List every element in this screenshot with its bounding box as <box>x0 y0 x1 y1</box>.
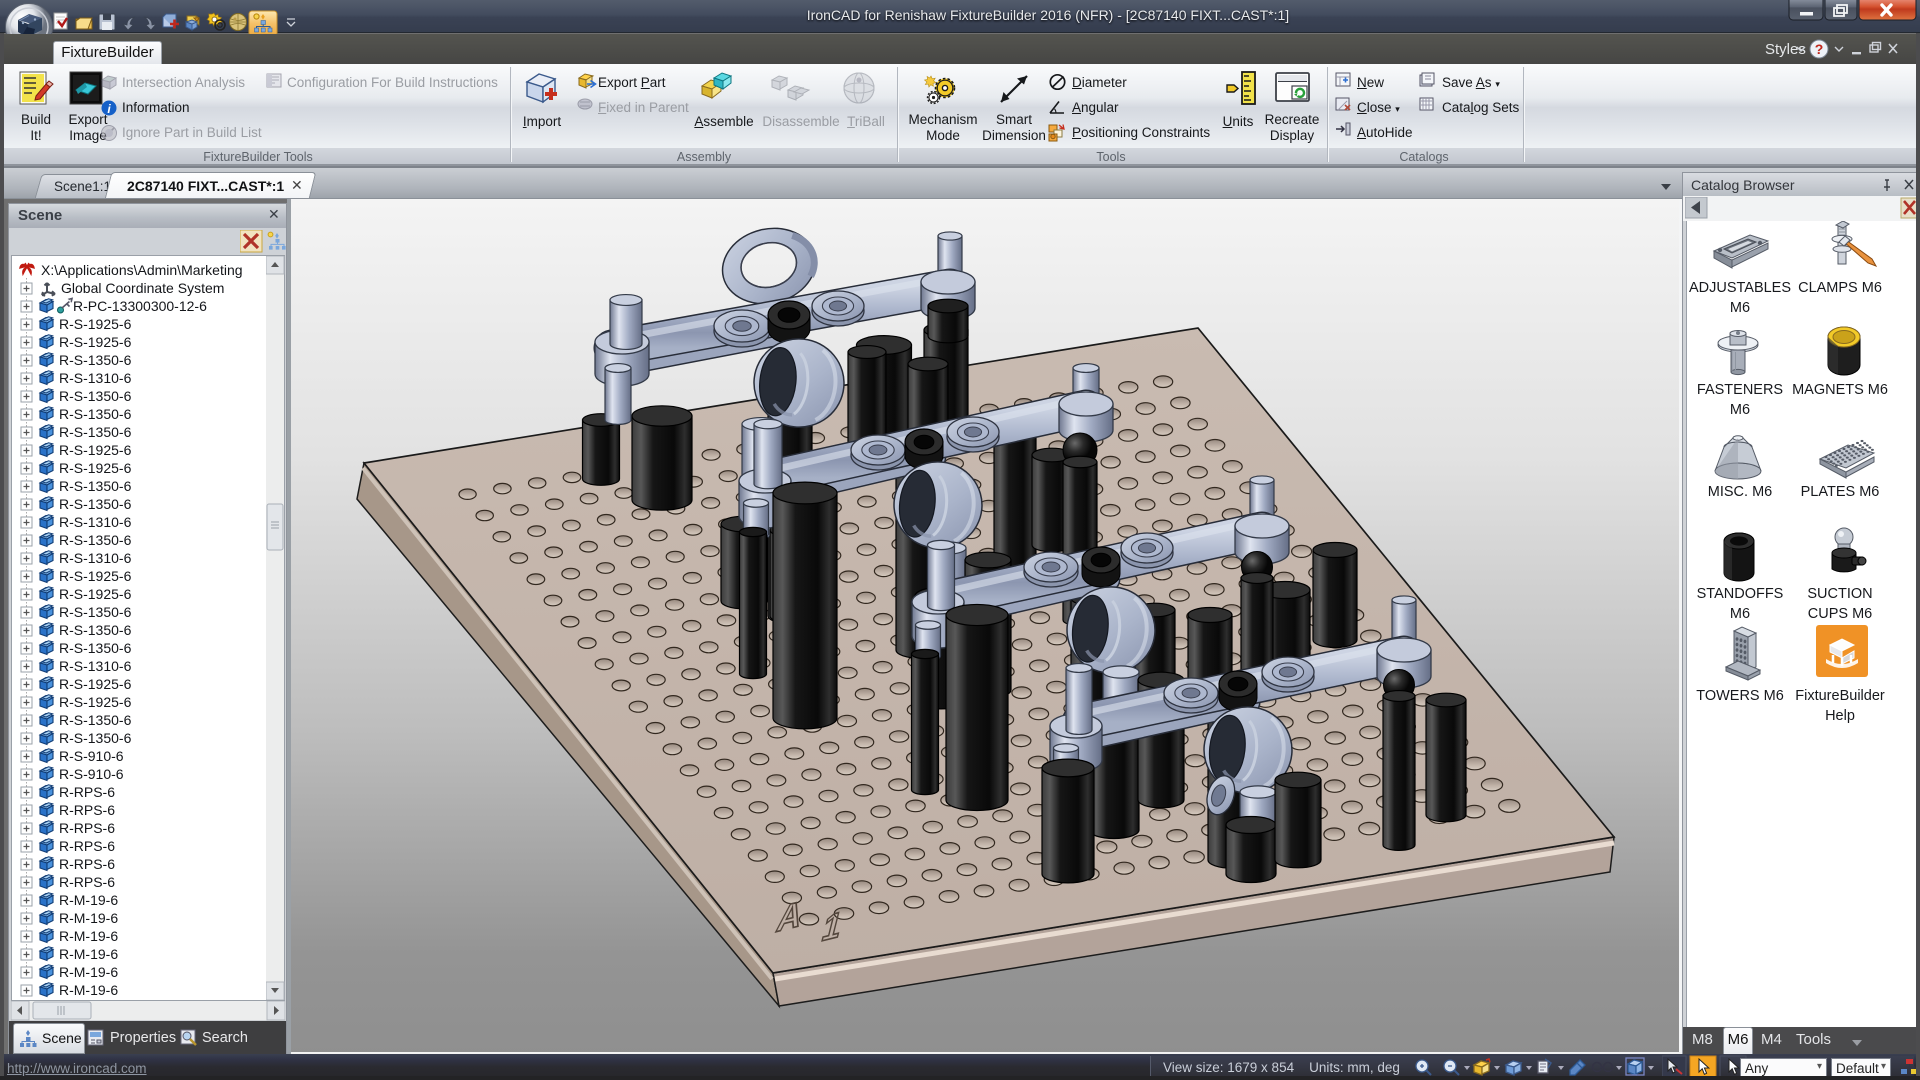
svg-text:X:\Applications\Admin\Marketin: X:\Applications\Admin\Marketing <box>41 262 243 278</box>
svg-text:R-PC-13300300-12-6: R-PC-13300300-12-6 <box>73 298 207 314</box>
svg-text:R-S-1925-6: R-S-1925-6 <box>59 586 132 602</box>
svg-text:R-RPS-6: R-RPS-6 <box>59 802 115 818</box>
svg-text:R-S-1350-6: R-S-1350-6 <box>59 604 132 620</box>
svg-text:R-S-1350-6: R-S-1350-6 <box>59 640 132 656</box>
svg-text:R-RPS-6: R-RPS-6 <box>59 856 115 872</box>
svg-text:R-S-1350-6: R-S-1350-6 <box>59 424 132 440</box>
svg-text:R-S-1350-6: R-S-1350-6 <box>59 388 132 404</box>
svg-text:R-S-1350-6: R-S-1350-6 <box>59 730 132 746</box>
svg-text:R-M-19-6: R-M-19-6 <box>59 964 118 980</box>
svg-text:R-S-910-6: R-S-910-6 <box>59 766 124 782</box>
svg-text:R-S-1350-6: R-S-1350-6 <box>59 532 132 548</box>
svg-text:R-M-19-6: R-M-19-6 <box>59 892 118 908</box>
svg-text:R-M-19-6: R-M-19-6 <box>59 946 118 962</box>
svg-text:?: ? <box>1815 41 1824 57</box>
svg-text:R-S-1925-6: R-S-1925-6 <box>59 676 132 692</box>
svg-text:R-S-1350-6: R-S-1350-6 <box>59 712 132 728</box>
svg-text:R-S-1925-6: R-S-1925-6 <box>59 442 132 458</box>
svg-text:R-S-1310-6: R-S-1310-6 <box>59 370 132 386</box>
svg-text:R-S-1925-6: R-S-1925-6 <box>59 694 132 710</box>
svg-text:R-M-19-6: R-M-19-6 <box>59 982 118 998</box>
svg-text:R-RPS-6: R-RPS-6 <box>59 820 115 836</box>
svg-text:R-S-1925-6: R-S-1925-6 <box>59 460 132 476</box>
svg-text:R-M-19-6: R-M-19-6 <box>59 928 118 944</box>
svg-text:R-S-1310-6: R-S-1310-6 <box>59 514 132 530</box>
svg-text:R-S-1350-6: R-S-1350-6 <box>59 622 132 638</box>
svg-text:R-S-1925-6: R-S-1925-6 <box>59 316 132 332</box>
svg-text:R-S-1350-6: R-S-1350-6 <box>59 478 132 494</box>
svg-text:R-RPS-6: R-RPS-6 <box>59 784 115 800</box>
svg-text:R-S-1925-6: R-S-1925-6 <box>59 334 132 350</box>
svg-text:R-S-1350-6: R-S-1350-6 <box>59 406 132 422</box>
svg-text:R-S-1310-6: R-S-1310-6 <box>59 658 132 674</box>
svg-text:Global Coordinate System: Global Coordinate System <box>61 280 224 296</box>
svg-text:R-S-1310-6: R-S-1310-6 <box>59 550 132 566</box>
svg-text:R-M-19-6: R-M-19-6 <box>59 910 118 926</box>
svg-text:R-S-1350-6: R-S-1350-6 <box>59 352 132 368</box>
svg-text:R-RPS-6: R-RPS-6 <box>59 838 115 854</box>
svg-text:R-S-910-6: R-S-910-6 <box>59 748 124 764</box>
svg-text:R-S-1350-6: R-S-1350-6 <box>59 496 132 512</box>
svg-text:R-RPS-6: R-RPS-6 <box>59 874 115 890</box>
svg-text:R-S-1925-6: R-S-1925-6 <box>59 568 132 584</box>
